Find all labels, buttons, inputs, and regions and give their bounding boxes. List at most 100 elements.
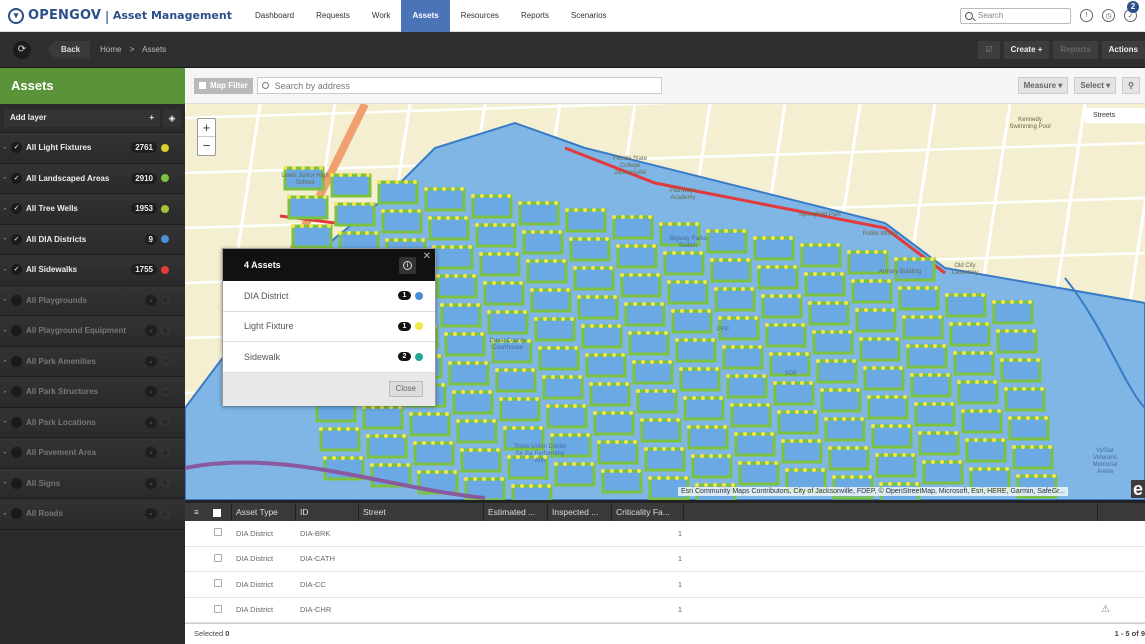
layer-color-swatch[interactable] — [161, 479, 169, 488]
nav-assets[interactable]: Assets — [401, 0, 450, 32]
layer-toggle-checkbox[interactable]: ✓ — [11, 142, 22, 154]
column-asset-type[interactable]: Asset Type — [232, 503, 296, 521]
row-checkbox[interactable] — [214, 604, 222, 613]
column-estimated[interactable]: Estimated ... — [484, 503, 548, 521]
expand-caret-icon[interactable]: ▸ — [4, 328, 9, 334]
select-all-checkbox[interactable] — [211, 503, 232, 521]
popup-asset-row[interactable]: Light Fixture 1 — [223, 312, 435, 342]
layer-toggle-checkbox[interactable]: ✓ — [11, 264, 22, 276]
column-street[interactable]: Street — [359, 503, 484, 521]
expand-caret-icon[interactable]: ▸ — [4, 480, 9, 486]
brand[interactable]: ▾ OPENGOV | Asset Management — [0, 0, 232, 32]
back-button[interactable]: Back — [47, 40, 91, 59]
column-inspected[interactable]: Inspected ... — [548, 503, 612, 521]
nav-requests[interactable]: Requests — [305, 0, 361, 32]
layer-item[interactable]: ▸ ✓ All Landscaped Areas 2910 — [0, 163, 185, 194]
nav-dashboard[interactable]: Dashboard — [244, 0, 305, 32]
warning-icon[interactable]: ⚠ — [1101, 604, 1110, 615]
layers-stack-icon[interactable]: ◈ — [163, 109, 181, 127]
table-row[interactable]: DIA District DIA-CC 1 — [185, 572, 1145, 598]
location-pin-icon[interactable]: ⚲ — [1122, 77, 1140, 94]
layer-color-swatch[interactable] — [161, 448, 169, 457]
layer-color-swatch[interactable] — [161, 235, 169, 244]
layer-toggle-checkbox[interactable] — [11, 325, 22, 337]
layer-toggle-checkbox[interactable] — [11, 447, 22, 459]
shield-icon[interactable]: ! — [1080, 9, 1093, 22]
table-row[interactable]: DIA District DIA-CHR 1 ⚠ — [185, 598, 1145, 623]
column-criticality[interactable]: Criticality Fa... — [612, 503, 684, 521]
address-search-input[interactable]: Search by address — [256, 77, 662, 94]
popup-asset-row[interactable]: DIA District 1 — [223, 281, 435, 312]
refresh-button[interactable]: ⟳ — [13, 40, 31, 59]
layer-toggle-checkbox[interactable] — [11, 386, 22, 398]
nav-scenarios[interactable]: Scenarios — [560, 0, 618, 32]
layer-toggle-checkbox[interactable]: ✓ — [11, 172, 22, 184]
expand-caret-icon[interactable]: ▸ — [4, 267, 9, 273]
layer-item[interactable]: ▸ All Park Amenities - — [0, 346, 185, 377]
layer-item[interactable]: ▸ ✓ All Light Fixtures 2761 — [0, 133, 185, 164]
layer-item[interactable]: ▸ All Pavement Area - — [0, 438, 185, 469]
layer-item[interactable]: ▸ ✓ All DIA Districts 9 — [0, 224, 185, 255]
expand-caret-icon[interactable]: ▸ — [4, 236, 9, 242]
expand-caret-icon[interactable]: ▸ — [4, 145, 9, 151]
expand-caret-icon[interactable]: ▸ — [4, 175, 9, 181]
select-dropdown[interactable]: Select ▾ — [1074, 77, 1117, 94]
basemap-selector[interactable]: Streets — [1085, 108, 1145, 123]
expand-caret-icon[interactable]: ▸ — [4, 297, 9, 303]
row-checkbox[interactable] — [214, 553, 222, 562]
layer-item[interactable]: ▸ All Playground Equipment - — [0, 316, 185, 347]
layer-color-swatch[interactable] — [161, 326, 169, 335]
nav-resources[interactable]: Resources — [450, 0, 510, 32]
popup-close-button[interactable]: Close — [388, 381, 423, 397]
layer-color-swatch[interactable] — [161, 357, 169, 366]
sort-icon[interactable]: ≡ — [185, 503, 211, 521]
nav-work[interactable]: Work — [361, 0, 402, 32]
row-checkbox[interactable] — [214, 528, 222, 537]
column-id[interactable]: ID — [296, 503, 359, 521]
actions-button[interactable]: Actions — [1101, 40, 1145, 59]
row-checkbox[interactable] — [214, 579, 222, 588]
layer-item[interactable]: ▸ ✓ All Sidewalks 1755 — [0, 255, 185, 286]
map-filter-checkbox[interactable] — [199, 82, 206, 89]
zoom-out-button[interactable]: − — [198, 137, 215, 155]
layer-color-swatch[interactable] — [161, 387, 169, 396]
info-button[interactable]: i — [399, 256, 416, 274]
layer-item[interactable]: ▸ All Roads - — [0, 499, 185, 530]
create-button[interactable]: Create + — [1003, 40, 1050, 59]
table-row[interactable]: DIA District DIA-CATH 1 — [185, 547, 1145, 572]
layer-color-swatch[interactable] — [161, 265, 169, 274]
reports-button[interactable]: Reports — [1053, 40, 1098, 59]
checklist-button[interactable]: ☑ — [978, 40, 1000, 59]
clock-document-icon[interactable]: ◷ — [1102, 9, 1115, 22]
expand-caret-icon[interactable]: ▸ — [4, 419, 9, 425]
expand-caret-icon[interactable]: ▸ — [4, 206, 9, 212]
notifications-icon[interactable]: ✓ 2 — [1124, 1, 1139, 22]
layer-item[interactable]: ▸ All Park Locations - — [0, 407, 185, 438]
layer-color-swatch[interactable] — [161, 296, 169, 305]
add-layer-button[interactable]: Add layer + — [4, 109, 160, 127]
breadcrumb-home[interactable]: Home — [100, 45, 121, 54]
layer-item[interactable]: ▸ All Playgrounds - — [0, 285, 185, 316]
layer-toggle-checkbox[interactable]: ✓ — [11, 203, 22, 215]
layer-item[interactable]: ▸ All Park Structures - — [0, 377, 185, 408]
popup-asset-row[interactable]: Sidewalk 2 — [223, 342, 435, 373]
layer-item[interactable]: ▸ ✓ All Tree Wells 1953 — [0, 194, 185, 225]
global-search-input[interactable]: Search — [960, 7, 1071, 24]
layer-toggle-checkbox[interactable] — [11, 355, 22, 367]
nav-reports[interactable]: Reports — [510, 0, 560, 32]
layer-toggle-checkbox[interactable] — [11, 508, 22, 520]
layer-toggle-checkbox[interactable] — [11, 416, 22, 428]
expand-caret-icon[interactable]: ▸ — [4, 358, 9, 364]
layer-color-swatch[interactable] — [161, 204, 169, 213]
zoom-in-button[interactable]: + — [198, 119, 215, 137]
expand-caret-icon[interactable]: ▸ — [4, 450, 9, 456]
layer-toggle-checkbox[interactable]: ✓ — [11, 233, 22, 245]
layer-toggle-checkbox[interactable] — [11, 294, 22, 306]
expand-caret-icon[interactable]: ▸ — [4, 511, 9, 517]
table-row[interactable]: DIA District DIA-BRK 1 — [185, 521, 1145, 547]
layer-color-swatch[interactable] — [161, 143, 169, 152]
layer-toggle-checkbox[interactable] — [11, 477, 22, 489]
layer-color-swatch[interactable] — [161, 418, 169, 427]
layer-color-swatch[interactable] — [161, 509, 169, 518]
close-icon[interactable]: ✕ — [423, 251, 431, 262]
